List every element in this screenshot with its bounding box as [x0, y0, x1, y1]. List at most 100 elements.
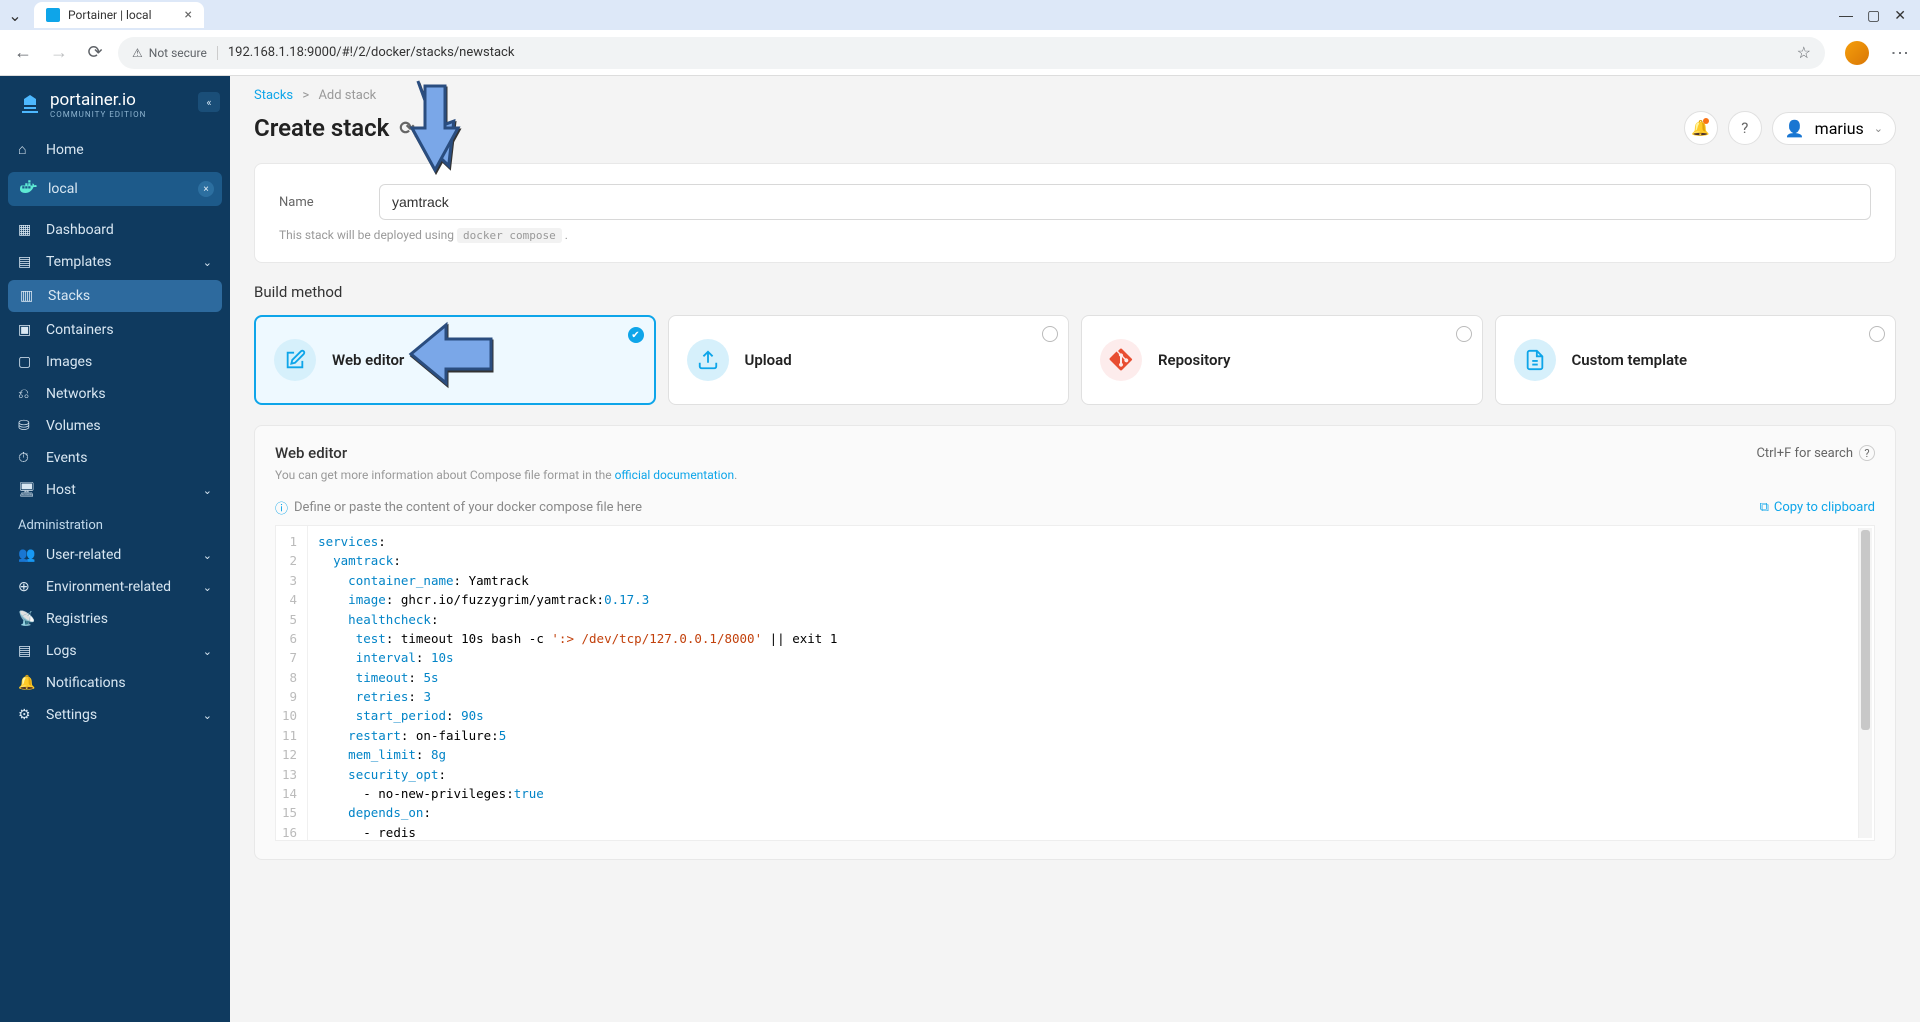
- sidebar-item-stacks[interactable]: ▥Stacks: [8, 280, 222, 312]
- copy-to-clipboard-button[interactable]: ⧉ Copy to clipboard: [1760, 500, 1875, 515]
- tab-dropdown[interactable]: ⌄: [0, 6, 30, 25]
- notification-dot: [1703, 118, 1709, 124]
- method-title: Web editor: [332, 351, 404, 369]
- chevron-down-icon: ⌄: [203, 709, 212, 722]
- code-content[interactable]: services: yamtrack: container_name: Yamt…: [308, 526, 1874, 840]
- sidebar-item-templates[interactable]: ▤Templates⌄: [0, 246, 230, 278]
- sidebar-item-networks[interactable]: ⎌Networks: [0, 378, 230, 410]
- radio-icon: [1042, 326, 1058, 342]
- editor-title: Web editor: [275, 444, 347, 462]
- sidebar-item-volumes[interactable]: ⛁Volumes: [0, 410, 230, 442]
- refresh-icon[interactable]: ⟳: [399, 118, 414, 139]
- breadcrumb-root[interactable]: Stacks: [254, 88, 293, 103]
- stacks-icon: ▥: [20, 288, 36, 304]
- sidebar-item-user-related[interactable]: 👥User-related⌄: [0, 539, 230, 571]
- chevron-down-icon: ⌄: [203, 645, 212, 658]
- tab-close-icon[interactable]: ×: [185, 7, 192, 23]
- tab-title: Portainer | local: [68, 8, 152, 22]
- sidebar-item-env-related[interactable]: ⊕Environment-related⌄: [0, 571, 230, 603]
- help-button[interactable]: ?: [1728, 111, 1762, 145]
- editor-placeholder-hint: ⓘ Define or paste the content of your do…: [275, 498, 642, 517]
- sidebar-item-events[interactable]: ⏱Events: [0, 442, 230, 474]
- templates-icon: ▤: [18, 254, 34, 270]
- line-gutter: 1234567891011121314151617181920: [276, 526, 308, 840]
- logs-icon: ▤: [18, 643, 34, 659]
- chevron-down-icon: ⌄: [203, 549, 212, 562]
- browser-address-bar: ← → ⟳ ⚠ Not secure 192.168.1.18:9000/#!/…: [0, 30, 1920, 76]
- sidebar-item-home[interactable]: ⌂ Home: [0, 133, 230, 166]
- sidebar-item-containers[interactable]: ▣Containers: [0, 314, 230, 346]
- upload-icon: [687, 339, 729, 381]
- dashboard-icon: ▦: [18, 222, 34, 238]
- forward-button[interactable]: →: [46, 40, 72, 66]
- stack-name-input[interactable]: [379, 184, 1871, 220]
- sidebar-environment-badge[interactable]: local ×: [8, 172, 222, 206]
- env-close-icon[interactable]: ×: [198, 181, 214, 197]
- editor-shortcut-hint: Ctrl+F for search ?: [1756, 445, 1875, 461]
- sidebar-item-images[interactable]: ▢Images: [0, 346, 230, 378]
- host-icon: 🖥: [18, 482, 34, 498]
- sidebar-item-registries[interactable]: 📡Registries: [0, 603, 230, 635]
- browser-menu-icon[interactable]: ⋮: [1889, 44, 1910, 62]
- maximize-icon[interactable]: ▢: [1867, 7, 1880, 24]
- radio-icon: [1456, 326, 1472, 342]
- containers-icon: ▣: [18, 322, 34, 338]
- method-upload[interactable]: Upload: [668, 315, 1070, 405]
- name-card: Name This stack will be deployed using d…: [254, 163, 1896, 263]
- chevron-down-icon: ⌄: [203, 256, 212, 269]
- method-repository[interactable]: Repository: [1081, 315, 1483, 405]
- bookmark-star-icon[interactable]: ☆: [1797, 43, 1811, 62]
- security-indicator[interactable]: ⚠ Not secure: [132, 46, 218, 60]
- sidebar-item-logs[interactable]: ▤Logs⌄: [0, 635, 230, 667]
- name-label: Name: [279, 195, 359, 210]
- scrollbar-thumb[interactable]: [1861, 530, 1870, 730]
- sidebar-collapse-button[interactable]: «: [198, 92, 220, 112]
- method-title: Upload: [745, 351, 792, 369]
- env-name: local: [48, 181, 78, 197]
- help-icon[interactable]: ?: [1859, 445, 1875, 461]
- method-title: Custom template: [1572, 351, 1688, 369]
- browser-tab[interactable]: Portainer | local ×: [34, 2, 204, 28]
- sidebar-item-host[interactable]: 🖥Host⌄: [0, 474, 230, 506]
- build-method-grid: ✔ Web editor Upload: [254, 315, 1896, 405]
- breadcrumb: Stacks > Add stack: [230, 76, 1920, 107]
- code-editor[interactable]: 1234567891011121314151617181920 services…: [275, 525, 1875, 841]
- page-title: Create stack ⟳: [254, 114, 414, 142]
- radio-icon: 📡: [18, 611, 34, 627]
- git-icon: [1100, 339, 1142, 381]
- admin-section-heading: Administration: [0, 506, 230, 539]
- docs-link[interactable]: official documentation: [615, 468, 735, 482]
- vertical-scrollbar[interactable]: [1858, 528, 1872, 838]
- info-icon: ⓘ: [275, 498, 288, 517]
- main-content: Stacks > Add stack Create stack ⟳ 🔔 ? 👤 …: [230, 76, 1920, 1022]
- method-title: Repository: [1158, 351, 1230, 369]
- sidebar-item-settings[interactable]: ⚙Settings⌄: [0, 699, 230, 731]
- images-icon: ▢: [18, 354, 34, 370]
- sidebar-item-dashboard[interactable]: ▦Dashboard: [0, 214, 230, 246]
- url-input[interactable]: ⚠ Not secure 192.168.1.18:9000/#!/2/dock…: [118, 37, 1825, 69]
- close-window-icon[interactable]: ✕: [1894, 7, 1906, 24]
- user-icon: 👤: [1785, 119, 1805, 138]
- favicon-icon: [46, 8, 60, 22]
- user-menu[interactable]: 👤 marius ⌄: [1772, 112, 1896, 145]
- radio-icon: [1869, 326, 1885, 342]
- home-icon: ⌂: [18, 141, 34, 158]
- back-button[interactable]: ←: [10, 40, 36, 66]
- breadcrumb-current: Add stack: [318, 88, 376, 103]
- users-icon: 👥: [18, 547, 34, 563]
- helper-code: docker compose: [457, 228, 562, 243]
- brand-logo[interactable]: portainer.io COMMUNITY EDITION: [0, 76, 230, 133]
- minimize-icon[interactable]: —: [1839, 7, 1853, 24]
- web-editor-block: Web editor Ctrl+F for search ? You can g…: [254, 425, 1896, 860]
- browser-profile-avatar[interactable]: [1845, 41, 1869, 65]
- method-custom-template[interactable]: Custom template: [1495, 315, 1897, 405]
- method-web-editor[interactable]: ✔ Web editor: [254, 315, 656, 405]
- gear-icon: ⚙: [18, 707, 34, 723]
- browser-tab-strip: ⌄ Portainer | local × — ▢ ✕: [0, 0, 1920, 30]
- reload-button[interactable]: ⟳: [82, 40, 108, 66]
- notifications-button[interactable]: 🔔: [1684, 111, 1718, 145]
- docker-icon: [20, 180, 38, 198]
- user-name: marius: [1815, 119, 1864, 138]
- sidebar-item-notifications[interactable]: 🔔Notifications: [0, 667, 230, 699]
- volumes-icon: ⛁: [18, 418, 34, 434]
